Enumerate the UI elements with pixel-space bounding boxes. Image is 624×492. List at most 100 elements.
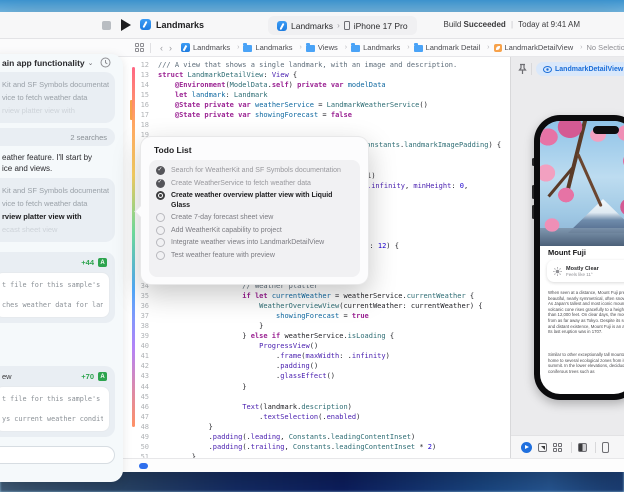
todo-item[interactable]: Add WeatherKit capability to project [156, 225, 353, 236]
code-line: 42 .padding() [130, 361, 510, 371]
code-line: 14 @Environment(ModelData.self) private … [130, 80, 510, 90]
scheme-separator: › [337, 21, 340, 30]
weather-feels-like: Feels like 11° [566, 271, 593, 277]
open-circle-icon [156, 213, 165, 222]
related-items-icon[interactable] [135, 43, 144, 52]
folder-icon [305, 43, 315, 52]
searches-row[interactable]: 2 searches [0, 128, 115, 146]
run-icon[interactable] [121, 19, 131, 31]
back-button[interactable]: ‹ [160, 43, 163, 53]
divider [571, 442, 572, 453]
todo-item[interactable]: Test weather feature with preview [156, 250, 353, 261]
todo-list-card[interactable]: Kit and SF Symbols documentation vice to … [0, 178, 115, 242]
assistant-message-line: ice and views. [2, 164, 53, 173]
todo-summary-card[interactable]: Kit and SF Symbols documentation vice to … [0, 72, 115, 123]
todo-item[interactable]: Search for WeatherKit and SF Symbols doc… [156, 165, 353, 176]
breadcrumb-item-landmarks[interactable]: Landmarks › [243, 43, 305, 52]
diff-code-box: t file for this sample's li ys current we… [0, 386, 110, 432]
status-pill[interactable] [139, 463, 148, 469]
breadcrumb-separator: › [299, 44, 302, 51]
code-line: 49 .padding(.leading, Constants.leadingC… [130, 432, 510, 442]
breadcrumb-item-landmarks[interactable]: Landmarks › [180, 43, 243, 52]
build-status[interactable]: Build Succeeded | Today at 9:41 AM [444, 20, 581, 29]
checkmark-circle-icon [156, 166, 165, 175]
breadcrumb-item-landmarks[interactable]: Landmarks › [351, 43, 413, 52]
breadcrumb-separator: › [344, 44, 348, 51]
breadcrumb-item-views[interactable]: Views › [305, 43, 351, 52]
divider [531, 63, 532, 75]
code-line: 35 if let currentWeather = weatherServic… [130, 291, 510, 301]
chevron-down-icon: ⌄ [87, 60, 94, 67]
forward-button[interactable]: › [169, 43, 172, 53]
folder-icon [413, 43, 423, 52]
code-line: 12/// A view that shows a single landmar… [130, 60, 510, 70]
canvas-controls-bar [511, 435, 624, 458]
breadcrumb-separator: › [237, 44, 240, 51]
open-circle-icon [156, 238, 165, 247]
sidebar-todo-line: rview platter view with [2, 106, 75, 115]
todo-item-label: Integrate weather views into LandmarkDet… [171, 239, 325, 246]
scheme-target: Landmarks [291, 20, 334, 31]
todo-item-label: Test weather feature with preview [171, 251, 275, 259]
variants-button[interactable] [553, 443, 563, 452]
folder-icon [243, 43, 253, 52]
diff-code-box: t file for this sample's lic ches weather… [0, 272, 110, 318]
cherry-blossoms [540, 121, 624, 246]
dynamic-island [593, 126, 619, 134]
todo-item[interactable]: Create 7-day forecast sheet view [156, 212, 353, 223]
history-icon[interactable] [100, 57, 111, 68]
code-line: 44 } [130, 382, 510, 392]
code-line: 46 Text(landmark.description) [130, 402, 510, 412]
iphone-preview[interactable]: Mount Fuji Mostly Clear Feels like 11° W… [534, 115, 624, 400]
sidebar-todo-line: vice to fetch weather data [2, 199, 88, 208]
code-change-card[interactable]: +44 At file for this sample's lic ches wea… [0, 252, 115, 323]
xcode-window: Landmarks Landmarks › iPhone 17 Pro Buil… [0, 12, 624, 482]
breadcrumb-item-landmarkdetailview[interactable]: LandmarkDetailView › [493, 43, 587, 52]
code-line: 18 [130, 120, 510, 130]
divider [150, 42, 151, 53]
todo-item[interactable]: Integrate weather views into LandmarkDet… [156, 237, 353, 248]
code-line: 13 struct LandmarkDetailView: View { [130, 70, 510, 80]
popover-title: Todo List [154, 145, 192, 155]
device-icon [343, 21, 350, 30]
selectable-mode-button[interactable] [538, 443, 547, 452]
open-circle-icon [156, 250, 165, 260]
todo-item[interactable]: Create weather overview platter view wit… [156, 190, 353, 210]
diff-code-line: t file for this sample's lic [2, 281, 103, 289]
searches-badge: 2 searches [70, 132, 107, 142]
pin-icon[interactable] [517, 63, 528, 75]
todo-item-label: Create weather overview platter view wit… [171, 192, 333, 209]
current-step-icon [156, 191, 165, 200]
assistant-input[interactable] [0, 446, 115, 464]
landmark-description-p1: When seen at a distance, Mount Fuji pres… [548, 290, 624, 335]
stop-icon[interactable] [102, 21, 111, 30]
breadcrumb-separator: › [407, 44, 410, 51]
todo-list: Search for WeatherKit and SF Symbols doc… [149, 160, 360, 277]
weather-platter[interactable]: Mostly Clear Feels like 11° [547, 260, 624, 282]
todo-item-label: Create WeatherService to fetch weather d… [171, 179, 311, 187]
todo-item[interactable]: Create WeatherService to fetch weather d… [156, 178, 353, 189]
app-icon [180, 43, 190, 52]
code-line: 43 .glassEffect() [130, 371, 510, 381]
added-file-badge: A [98, 258, 107, 267]
project-chip[interactable]: Landmarks [140, 19, 204, 30]
breadcrumb-item-no-selection[interactable]: No Selection [587, 43, 624, 52]
preview-on-device-button[interactable] [602, 442, 609, 453]
conversation-header[interactable]: ain app functionality ⌄ [2, 58, 113, 68]
swift-icon [493, 43, 502, 52]
code-change-card[interactable]: ew +70 At file for this sample's li ys curr… [0, 366, 115, 437]
build-status-time: Today at 9:41 AM [518, 20, 580, 29]
color-scheme-button[interactable] [578, 443, 587, 452]
line-number: 50 [140, 442, 149, 451]
breadcrumb-item-landmark-detail[interactable]: Landmark Detail › [413, 43, 494, 52]
live-preview-button[interactable] [521, 442, 532, 453]
todo-list-popover: Todo List Search for WeatherKit and SF S… [134, 136, 369, 285]
project-app-icon [140, 19, 151, 30]
diff-additions-count: +70 [81, 372, 94, 381]
preview-target-pill[interactable]: LandmarkDetailView [536, 62, 624, 76]
sidebar-todo-line: Kit and SF Symbols documentation [2, 80, 109, 89]
sidebar-todo-line: vice to fetch weather data [2, 93, 88, 102]
build-status-divider: | [511, 20, 514, 29]
build-status-result: Succeeded [463, 20, 506, 29]
scheme-selector[interactable]: Landmarks › iPhone 17 Pro [268, 16, 417, 35]
